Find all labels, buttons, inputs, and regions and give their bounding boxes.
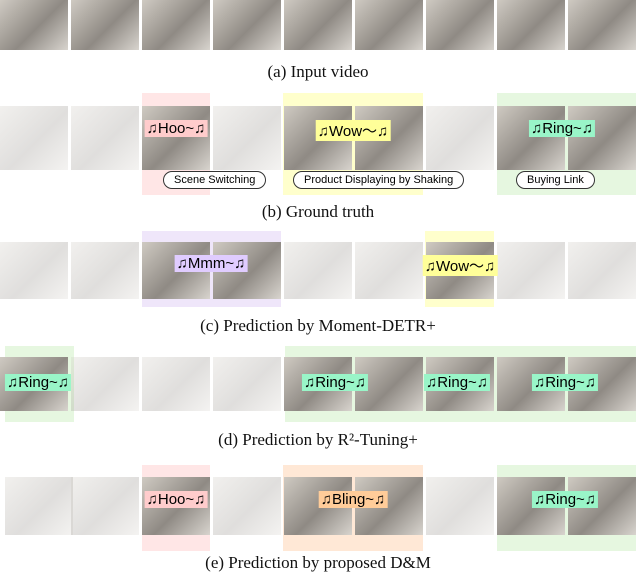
video-frame: [71, 357, 139, 411]
sound-label: ♫Ring~♫: [301, 374, 369, 391]
video-frame: [568, 106, 636, 170]
sound-label: ♫Ring~♫: [528, 120, 596, 137]
video-frame: [426, 0, 494, 50]
video-frame: [142, 0, 210, 50]
sound-label: ♫Bling~♫: [318, 491, 388, 508]
video-frame: [0, 0, 68, 50]
video-frame: [568, 0, 636, 50]
video-frame: [71, 477, 139, 535]
video-frame: [355, 242, 423, 299]
video-frame: [142, 357, 210, 411]
caption-d: (d) Prediction by R²-Tuning+: [218, 430, 418, 449]
video-frame: [497, 106, 565, 170]
sound-label: ♫Mmm~♫: [174, 255, 248, 272]
caption-b: (b) Ground truth: [261, 202, 375, 221]
callout-product-shaking: Product Displaying by Shaking: [293, 171, 465, 189]
sound-label: ♫Ring~♫: [531, 491, 599, 508]
video-frame: [497, 242, 565, 299]
video-frame: [5, 477, 73, 535]
video-frame: [426, 106, 494, 170]
video-frame: [71, 0, 139, 50]
video-frame: [284, 242, 352, 299]
video-frame: [426, 477, 494, 535]
sound-label: ♫Ring~♫: [531, 374, 599, 391]
sound-label: ♫Wow～♫: [422, 255, 498, 276]
callout-buying-link: Buying Link: [516, 171, 595, 189]
sound-label: ♫Wow～♫: [315, 120, 391, 141]
caption-c: (c) Prediction by Moment-DETR+: [200, 316, 436, 335]
video-frame: [213, 357, 281, 411]
video-frame: [0, 242, 68, 299]
video-frame: [71, 242, 139, 299]
video-frame: [0, 106, 68, 170]
callout-scene-switching: Scene Switching: [163, 171, 267, 189]
video-frame: [213, 477, 281, 535]
figure: (a) Input video ♫Hoo~♫ ♫Wow～♫ ♫Ring~♫ Scene …: [0, 0, 636, 576]
video-frame: [213, 106, 281, 170]
sound-label: ♫Ring~♫: [423, 374, 491, 391]
video-frame: [497, 0, 565, 50]
video-frame: [284, 0, 352, 50]
sound-label: ♫Hoo~♫: [144, 491, 208, 508]
caption-e: (e) Prediction by proposed D&M: [205, 553, 431, 572]
sound-label: ♫Ring~♫: [4, 374, 72, 391]
sound-label: ♫Hoo~♫: [144, 120, 208, 137]
video-frame: [568, 242, 636, 299]
video-frame: [142, 106, 210, 170]
video-frame: [71, 106, 139, 170]
caption-a: (a) Input video: [267, 62, 369, 81]
video-frame: [355, 0, 423, 50]
video-frame: [213, 0, 281, 50]
